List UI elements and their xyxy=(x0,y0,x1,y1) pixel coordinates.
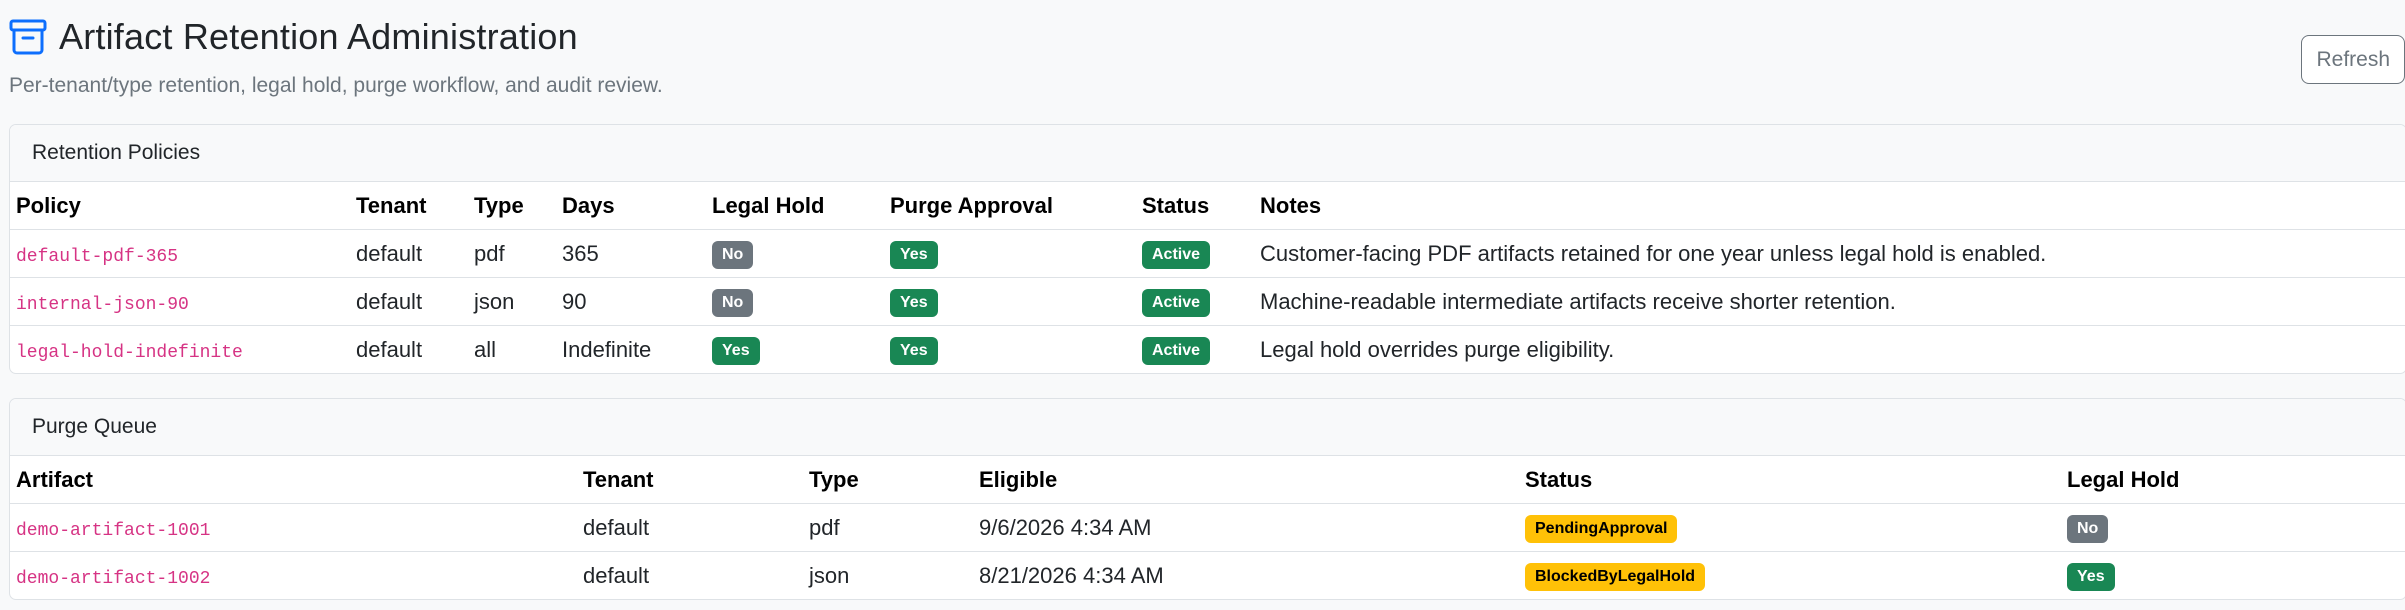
table-row: legal-hold-indefinite default all Indefi… xyxy=(10,326,2405,374)
eligible-cell: 9/6/2026 4:34 AM xyxy=(973,503,1519,552)
page-header: Artifact Retention Administration Per-te… xyxy=(9,14,2405,98)
column-header: Tenant xyxy=(350,182,468,230)
column-header: Legal Hold xyxy=(706,182,884,230)
table-row: demo-artifact-1002 default json 8/21/202… xyxy=(10,552,2405,600)
table-row: internal-json-90 default json 90 No Yes … xyxy=(10,277,2405,326)
purge-approval-cell: Yes xyxy=(884,326,1136,374)
column-header: Type xyxy=(803,456,973,504)
policy-id: internal-json-90 xyxy=(16,294,189,315)
status-badge: PendingApproval xyxy=(1525,514,1678,543)
artifact-cell: demo-artifact-1002 xyxy=(10,552,577,600)
status-cell: Active xyxy=(1136,277,1254,326)
page-title: Artifact Retention Administration xyxy=(59,16,578,57)
column-header: Status xyxy=(1519,456,2061,504)
legal-hold-cell: No xyxy=(2061,503,2405,552)
artifact-id: demo-artifact-1001 xyxy=(16,520,211,541)
artifact-id: demo-artifact-1002 xyxy=(16,568,211,589)
tenant-cell: default xyxy=(350,229,468,278)
legal-hold-cell: No xyxy=(706,277,884,326)
column-header: Purge Approval xyxy=(884,182,1136,230)
status-cell: Active xyxy=(1136,326,1254,374)
policy-id: legal-hold-indefinite xyxy=(16,342,243,363)
purge-queue-table: Artifact Tenant Type Eligible Status Leg… xyxy=(10,456,2405,599)
status-badge: Active xyxy=(1142,288,1211,317)
legal-hold-badge: No xyxy=(712,288,754,317)
legal-hold-badge: No xyxy=(2067,514,2109,543)
policy-id-cell: internal-json-90 xyxy=(10,277,350,326)
page-subtitle: Per-tenant/type retention, legal hold, p… xyxy=(9,74,663,97)
archive-icon xyxy=(9,19,47,55)
column-header: Legal Hold xyxy=(2061,456,2405,504)
tenant-cell: default xyxy=(350,277,468,326)
type-cell: pdf xyxy=(468,229,556,278)
purge-approval-cell: Yes xyxy=(884,277,1136,326)
status-cell: BlockedByLegalHold xyxy=(1519,552,2061,600)
policy-id-cell: legal-hold-indefinite xyxy=(10,326,350,374)
days-cell: 365 xyxy=(556,229,706,278)
retention-policies-card: Retention Policies Policy Tenant Type Da… xyxy=(9,124,2405,374)
column-header: Type xyxy=(468,182,556,230)
title-row: Artifact Retention Administration xyxy=(9,14,663,60)
days-cell: Indefinite xyxy=(562,336,652,362)
type-cell: json xyxy=(468,277,556,326)
refresh-button[interactable]: Refresh xyxy=(2301,35,2405,84)
legal-hold-cell: Yes xyxy=(706,326,884,374)
status-badge: Active xyxy=(1142,336,1211,365)
purge-approval-badge: Yes xyxy=(890,240,938,269)
notes-cell: Customer-facing PDF artifacts retained f… xyxy=(1254,229,2405,278)
policy-id: default-pdf-365 xyxy=(16,246,179,267)
column-header: Policy xyxy=(10,182,350,230)
column-header: Eligible xyxy=(973,456,1519,504)
type-cell: all xyxy=(474,336,497,362)
legal-hold-cell: Yes xyxy=(2061,552,2405,600)
eligible-cell: 8/21/2026 4:34 AM xyxy=(979,562,1164,588)
table-row: default-pdf-365 default pdf 365 No Yes A… xyxy=(10,229,2405,278)
type-cell: pdf xyxy=(803,503,973,552)
purge-approval-badge: Yes xyxy=(890,336,938,365)
purge-queue-card: Purge Queue Artifact Tenant Type Eligibl… xyxy=(9,398,2405,600)
status-cell: PendingApproval xyxy=(1519,503,2061,552)
tenant-cell: default xyxy=(577,503,803,552)
legal-hold-badge: No xyxy=(712,240,754,269)
type-cell: json xyxy=(809,562,850,588)
legal-hold-cell: No xyxy=(706,229,884,278)
status-badge: BlockedByLegalHold xyxy=(1525,562,1706,591)
purge-approval-badge: Yes xyxy=(890,288,938,317)
column-header: Status xyxy=(1136,182,1254,230)
retention-policies-table: Policy Tenant Type Days Legal Hold Purge… xyxy=(10,182,2405,373)
legal-hold-badge: Yes xyxy=(2067,562,2115,591)
days-cell: 90 xyxy=(556,277,706,326)
policy-id-cell: default-pdf-365 xyxy=(10,229,350,278)
status-cell: Active xyxy=(1136,229,1254,278)
purge-queue-header: Purge Queue xyxy=(10,399,2405,456)
column-header: Notes xyxy=(1254,182,2405,230)
status-badge: Active xyxy=(1142,240,1211,269)
page: Artifact Retention Administration Per-te… xyxy=(0,0,2405,600)
table-row: demo-artifact-1001 default pdf 9/6/2026 … xyxy=(10,503,2405,552)
retention-policies-header: Retention Policies xyxy=(10,125,2405,182)
tenant-cell: default xyxy=(356,336,423,362)
table-header-row: Artifact Tenant Type Eligible Status Leg… xyxy=(10,456,2405,504)
artifact-cell: demo-artifact-1001 xyxy=(10,503,577,552)
column-header: Artifact xyxy=(10,456,577,504)
column-header: Tenant xyxy=(577,456,803,504)
notes-cell: Machine-readable intermediate artifacts … xyxy=(1254,277,2405,326)
notes-cell: Legal hold overrides purge eligibility. xyxy=(1260,336,1615,362)
table-header-row: Policy Tenant Type Days Legal Hold Purge… xyxy=(10,182,2405,230)
tenant-cell: default xyxy=(583,562,650,588)
legal-hold-badge: Yes xyxy=(712,336,760,365)
purge-approval-cell: Yes xyxy=(884,229,1136,278)
column-header: Days xyxy=(556,182,706,230)
